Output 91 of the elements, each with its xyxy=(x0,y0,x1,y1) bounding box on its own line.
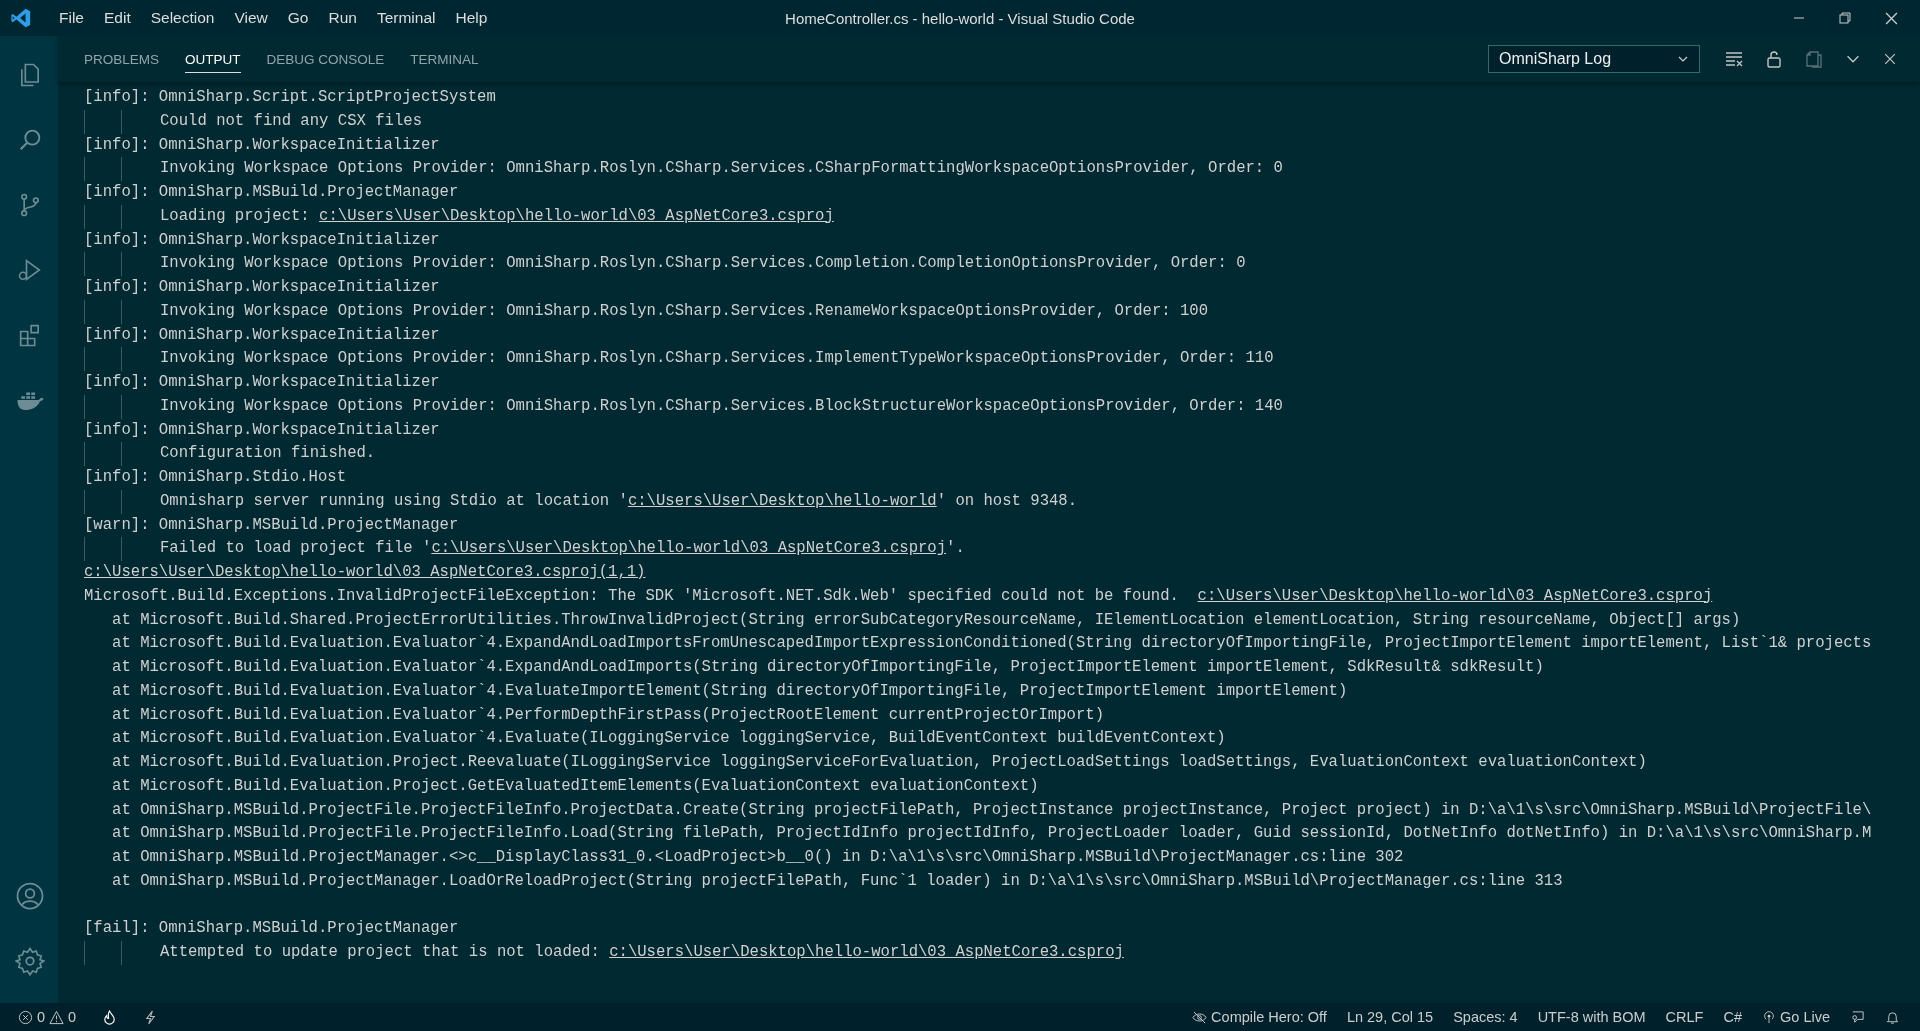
log-line: Invoking Workspace Options Provider: OmniSharp.Roslyn.CSharp.Services.RenameWorkspaceOptionsProvider, Order: 100 xyxy=(160,300,1209,322)
log-line: Invoking Workspace Options Provider: OmniSharp.Roslyn.CSharp.Services.BlockStructureWorkspaceOptionsProvider, Order: 140 xyxy=(160,395,1283,417)
indent-guide xyxy=(84,489,122,514)
log-line: Loading project: c:\Users\User\Desktop\hello-world\03_AspNetCore3.csproj xyxy=(160,205,834,227)
log-line: at Microsoft.Build.Evaluation.Evaluator`4.ExpandAndLoadImports(String directoryOfImportingFile, ProjectImportElement importElement, SdkResult& sdkResult) xyxy=(111,657,1544,678)
menu-item[interactable]: View xyxy=(224,9,278,27)
log-line: [info]: OmniSharp.WorkspaceInitializer xyxy=(84,277,440,298)
file-link[interactable]: c:\Users\User\Desktop\hello-world\03_AspNetCore3.csproj xyxy=(1197,586,1713,605)
panel-tab[interactable]: OUTPUT xyxy=(185,45,241,73)
compile-hero-status[interactable]: Compile Hero: Off xyxy=(1192,1009,1327,1025)
status-item[interactable]: Ln 29, Col 15 xyxy=(1346,1009,1434,1025)
code-editor-logo-icon xyxy=(10,7,32,29)
indent-guide xyxy=(84,109,122,134)
status-item[interactable]: CRLF xyxy=(1665,1009,1704,1025)
menu-item[interactable]: Terminal xyxy=(366,9,446,27)
log-line: Microsoft.Build.Exceptions.InvalidProjectFileException: The SDK 'Microsoft.NET.Sdk.Web' specified could not be found. c:\Users\User\Desktop\hello-world\03_AspNetCore3.csproj xyxy=(84,585,1713,607)
log-line: Invoking Workspace Options Provider: OmniSharp.Roslyn.CSharp.Services.CSharpFormattingWorkspaceOptionsProvider, Order: 0 xyxy=(160,158,1283,180)
log-line: [info]: OmniSharp.WorkspaceInitializer xyxy=(84,324,440,346)
file-link[interactable]: c:\Users\User\Desktop\hello-world\03_AspNetCore3.csproj xyxy=(319,206,834,225)
indent-guide xyxy=(84,299,122,324)
log-line: [info]: OmniSharp.WorkspaceInitializer xyxy=(84,372,440,393)
log-line: [info]: OmniSharp.WorkspaceInitializer xyxy=(84,229,440,251)
status-item[interactable]: UTF-8 with BOM xyxy=(1537,1009,1646,1025)
menu-item[interactable]: Selection xyxy=(140,9,225,27)
file-link[interactable]: c:\Users\User\Desktop\hello-world xyxy=(627,491,937,510)
log-line: at OmniSharp.MSBuild.ProjectFile.ProjectFileInfo.ProjectData.Create(String projectFilePath, ProjectInstance projectInstance, Project project) in D:\a\1\s\src\OmniSharp.MSBuild\ProjectFile\ xyxy=(111,799,1872,821)
feedback-icon[interactable] xyxy=(1850,1009,1865,1025)
clear-output-icon[interactable] xyxy=(1724,49,1744,69)
indent-guide xyxy=(84,537,122,561)
log-line: at OmniSharp.MSBuild.ProjectManager.LoadOrReloadProject(String projectFilePath, Func`1 loader) in D:\a\1\s\src\OmniSharp.MSBuild\ProjectManager.cs:line 313 xyxy=(111,870,1563,892)
panel-tab[interactable]: PROBLEMS xyxy=(84,45,160,73)
bell-icon[interactable] xyxy=(1885,1009,1900,1025)
log-line: [fail]: OmniSharp.MSBuild.ProjectManager xyxy=(84,918,459,940)
settings-icon[interactable] xyxy=(15,945,45,976)
menu-item[interactable]: Run xyxy=(318,9,367,27)
log-line: at Microsoft.Build.Shared.ProjectErrorUtilities.ThrowInvalidProject(String errorSubCategoryResourceName, IElementLocation elementLocation, String resourceName, Object[] args) xyxy=(111,609,1741,631)
log-line: [info]: OmniSharp.WorkspaceInitializer xyxy=(84,419,440,441)
error-count: 0 xyxy=(37,1009,46,1025)
file-link[interactable]: c:\Users\User\Desktop\hello-world\03_AspNetCore3.csproj xyxy=(431,539,947,558)
indent-guide xyxy=(84,157,122,181)
unlocked-icon[interactable] xyxy=(1764,49,1784,69)
log-line: at Microsoft.Build.Evaluation.Project.Reevaluate(ILoggingService loggingServiceForEvaluation, ProjectLoadSettings loadSettings, EvaluationContext evaluationContext) xyxy=(111,752,1647,773)
status-item[interactable]: Spaces: 4 xyxy=(1453,1009,1518,1025)
status-item[interactable]: C# xyxy=(1723,1009,1742,1025)
menu-item[interactable]: Edit xyxy=(94,9,141,27)
log-line: Attempted to update project that is not loaded: c:\Users\User\Desktop\hello-world\03_AspNetCore3.csproj xyxy=(160,942,1124,963)
account-icon[interactable] xyxy=(15,880,45,911)
panel-tab[interactable]: TERMINAL xyxy=(410,45,479,73)
log-line: Failed to load project file 'c:\Users\User\Desktop\hello-world\03_AspNetCore3.csproj'. xyxy=(160,538,965,560)
restore-icon[interactable] xyxy=(1839,12,1851,24)
log-line: at Microsoft.Build.Evaluation.Evaluator`4.Evaluate(ILoggingService loggingService, BuildEventContext buildEventContext) xyxy=(111,728,1226,750)
log-line: at Microsoft.Build.Evaluation.Evaluator`4.EvaluateImportElement(String directoryOfImportingFile, ProjectImportElement importElement) xyxy=(111,680,1348,702)
error-icon xyxy=(18,1009,33,1025)
indent-guide xyxy=(84,442,122,466)
output-channel-dropdown[interactable]: OmniSharp Log xyxy=(1488,45,1700,73)
log-line: [info]: OmniSharp.WorkspaceInitializer xyxy=(84,134,440,156)
log-line: Configuration finished. xyxy=(160,443,376,465)
log-line: at Microsoft.Build.Evaluation.Evaluator`4.ExpandAndLoadImportsFromUnescapedImportExpressionConditioned(String directoryOfImportingFile, ProjectImportElement importElement, List`1& projects xyxy=(111,633,1872,655)
indent-guide xyxy=(84,394,122,419)
panel-tab[interactable]: DEBUG CONSOLE xyxy=(266,45,385,73)
file-link[interactable]: c:\Users\User\Desktop\hello-world\03_AspNetCore3.csproj(1,1) xyxy=(84,563,646,581)
close-icon[interactable] xyxy=(1882,51,1898,67)
log-line: [info]: OmniSharp.Stdio.Host xyxy=(84,467,347,488)
eye-slash-icon xyxy=(1192,1009,1208,1025)
indent-guide xyxy=(84,347,122,371)
log-line: at Microsoft.Build.Evaluation.Evaluator`4.PerformDepthFirstPass(ProjectRootElement currentProjectOrImport) xyxy=(111,704,1104,726)
warning-icon xyxy=(49,1009,65,1025)
menu-item[interactable]: Go xyxy=(277,9,319,27)
log-line: Invoking Workspace Options Provider: OmniSharp.Roslyn.CSharp.Services.Completion.CompletionOptionsProvider, Order: 0 xyxy=(160,253,1246,275)
flame-icon[interactable] xyxy=(102,1009,118,1025)
indent-guide xyxy=(84,204,122,229)
close-icon[interactable] xyxy=(1885,11,1898,25)
file-link[interactable]: c:\Users\User\Desktop\hello-world\03_AspNetCore3.csproj xyxy=(609,943,1124,961)
log-line: at OmniSharp.MSBuild.ProjectFile.ProjectFileInfo.Load(String filePath, ProjectIdInfo projectIdInfo, ProjectLoader loader, Guid sessionId, DotNetInfo dotNetInfo) in D:\a\1\s\src\OmniSharp.M xyxy=(111,823,1872,845)
warning-count: 0 xyxy=(68,1009,77,1025)
log-line: [info]: OmniSharp.MSBuild.ProjectManager xyxy=(84,182,459,203)
log-line: [warn]: OmniSharp.MSBuild.ProjectManager xyxy=(84,514,459,536)
log-line: Invoking Workspace Options Provider: OmniSharp.Roslyn.CSharp.Services.ImplementTypeWorkspaceOptionsProvider, Order: 110 xyxy=(160,348,1274,370)
window-title: HomeController.cs - hello-world - Visual Studio Code xyxy=(785,9,1135,27)
log-line: at OmniSharp.MSBuild.ProjectManager.<>c__DisplayClass31_0.<LoadProject>b__0() in D:\a\1\s\src\OmniSharp.MSBuild\ProjectManager.cs:line 302 xyxy=(111,847,1404,868)
broadcast-icon xyxy=(1762,1010,1776,1024)
menu-item[interactable]: File xyxy=(49,9,94,27)
log-line: Could not find any CSX files xyxy=(160,110,423,132)
log-line: at Microsoft.Build.Evaluation.Project.GetEvaluatedItemElements(EvaluationContext evaluationContext) xyxy=(111,775,1039,797)
problems-indicator[interactable]: 0 0 xyxy=(18,1009,77,1025)
log-line: Omnisharp server running using Stdio at location 'c:\Users\User\Desktop\hello-world' on host 9348. xyxy=(160,490,1078,512)
indent-guide xyxy=(84,941,122,965)
go-live-button[interactable]: Go Live xyxy=(1762,1009,1830,1025)
log-line: [info]: OmniSharp.Script.ScriptProjectSystem xyxy=(84,87,496,108)
indent-guide xyxy=(84,252,122,276)
menu-item[interactable]: Help xyxy=(445,9,498,27)
